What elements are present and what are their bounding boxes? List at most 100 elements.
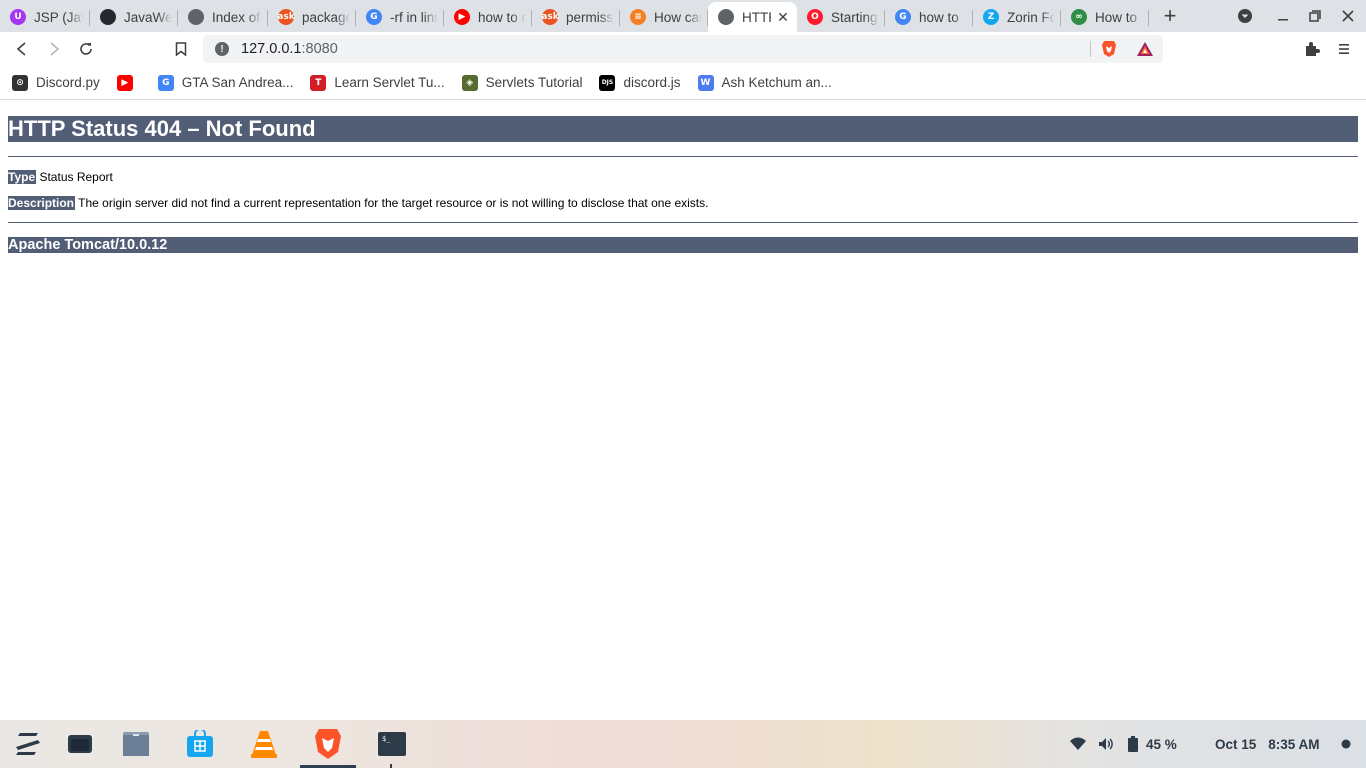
workspaces-button[interactable]	[64, 728, 96, 760]
back-button[interactable]	[10, 37, 34, 61]
bookmark-item[interactable]: ◈ Servlets Tutorial	[461, 74, 582, 91]
tab-7[interactable]: ≡ How can	[620, 2, 708, 32]
vlc-button[interactable]	[248, 728, 280, 760]
brave-lion-icon	[1102, 41, 1116, 57]
tab-title: Index of	[212, 9, 261, 25]
extensions-button[interactable]	[1300, 37, 1324, 61]
geeksforgeeks-icon: ∞	[1071, 9, 1087, 25]
restore-button[interactable]	[1299, 0, 1331, 32]
wifi-status[interactable]	[1070, 720, 1086, 768]
puzzle-icon	[1306, 42, 1320, 56]
forward-arrow-icon	[50, 42, 60, 56]
zorin-menu-button[interactable]	[12, 728, 44, 760]
brave-lion-icon	[315, 729, 341, 759]
bookmark-item[interactable]: DJS discord.js	[599, 74, 681, 91]
bookmarks-bar: ⊙ Discord.py ▶ G GTA San Andrea... T Learn Ser…	[0, 66, 1366, 100]
tab-8[interactable]: HTTP✕	[708, 2, 797, 32]
bookmark-label: Learn Servlet Tu...	[334, 75, 445, 90]
tab-9[interactable]: O Starting	[797, 2, 885, 32]
type-label: Type	[8, 170, 37, 184]
tab-separator	[1148, 10, 1149, 26]
vlc-cone-icon	[251, 731, 277, 758]
site-info-icon[interactable]: !	[215, 42, 229, 56]
taskbar: $_ 45 % Oct 15 8:35 AM	[0, 720, 1366, 768]
bookmark-button[interactable]	[169, 37, 193, 61]
tab-title: permission	[566, 9, 614, 25]
menu-button[interactable]	[1332, 37, 1356, 61]
url-host: 127.0.0.1	[241, 41, 302, 57]
tab-0[interactable]: U JSP (JavaWeb)	[0, 2, 90, 32]
forward-button[interactable]	[42, 37, 66, 61]
bookmark-label: Discord.py	[36, 75, 100, 90]
tab-search-button[interactable]	[1229, 0, 1261, 32]
close-tab-icon[interactable]: ✕	[775, 9, 791, 26]
terminal-button[interactable]: $_	[376, 728, 408, 760]
bookmark-item[interactable]: ⊙ Discord.py	[12, 74, 100, 91]
brave-rewards-icon	[1137, 42, 1153, 56]
close-window-button[interactable]	[1332, 0, 1364, 32]
clock-date: Oct 15	[1215, 736, 1257, 752]
files-button[interactable]	[120, 728, 152, 760]
askubuntu-icon: ask	[277, 9, 295, 25]
speaker-icon	[1099, 738, 1113, 750]
bookmark-item[interactable]: ▶	[116, 74, 141, 91]
bookmark-item[interactable]: G GTA San Andrea...	[157, 74, 294, 91]
minimize-button[interactable]	[1267, 0, 1299, 32]
tutorialspoint-icon: T	[310, 74, 327, 91]
notifications-button[interactable]	[1341, 720, 1351, 768]
close-icon	[1342, 10, 1354, 22]
bookmark-label: GTA San Andrea...	[181, 75, 294, 90]
reload-button[interactable]	[74, 37, 98, 61]
folder-icon	[123, 732, 149, 756]
clock-time: 8:35 AM	[1268, 736, 1320, 752]
battery-percent: 45 %	[1146, 736, 1177, 752]
bookmark-label: Ash Ketchum an...	[721, 75, 832, 90]
tab-title: -rf in linux	[390, 9, 438, 25]
brave-shields-button[interactable]	[1101, 40, 1117, 63]
tab-4[interactable]: G -rf in linux	[356, 2, 444, 32]
tab-1[interactable]: JavaWeb	[90, 2, 178, 32]
software-store-button[interactable]	[184, 728, 216, 760]
tab-title: HTTP	[742, 9, 771, 25]
new-tab-button[interactable]: +	[1155, 1, 1185, 31]
reload-icon	[80, 43, 92, 55]
divider	[8, 156, 1358, 157]
volume-status[interactable]	[1098, 720, 1114, 768]
tab-title: JavaWeb	[124, 9, 172, 25]
running-app-indicator	[390, 764, 392, 768]
description-label: Description	[8, 196, 76, 210]
omnibox-divider	[1090, 41, 1091, 57]
zorin-logo-icon	[16, 733, 40, 755]
address-url: 127.0.0.1:8080	[241, 41, 338, 57]
tab-10[interactable]: Ghow to	[885, 2, 973, 32]
globe-icon	[718, 9, 734, 25]
tab-12[interactable]: ∞ How to	[1061, 2, 1149, 32]
bookmark-item[interactable]: W Ash Ketchum an...	[697, 74, 832, 91]
address-bar[interactable]: ! 127.0.0.1:8080	[203, 35, 1163, 63]
google-icon: G	[366, 9, 382, 25]
tab-title: Starting	[831, 9, 878, 25]
clock[interactable]: Oct 15 8:35 AM	[1215, 720, 1320, 768]
page-content: HTTP Status 404 – Not Found Type Status …	[8, 101, 1358, 253]
servlets-icon: ◈	[461, 74, 478, 91]
tab-11[interactable]: Z Zorin Forum	[973, 2, 1061, 32]
tab-2[interactable]: Index of	[178, 2, 268, 32]
brave-rewards-button[interactable]	[1136, 41, 1154, 62]
brave-browser-button[interactable]	[312, 728, 344, 760]
youtube-icon: ▶	[116, 74, 133, 91]
zorin-icon: Z	[983, 9, 999, 25]
notification-dot-icon	[1341, 739, 1351, 749]
bookmark-item[interactable]: T Learn Servlet Tu...	[310, 74, 445, 91]
battery-status[interactable]: 45 %	[1128, 720, 1177, 768]
back-arrow-icon	[16, 42, 26, 56]
type-value: Status Report	[39, 170, 113, 184]
tab-3[interactable]: ask package	[268, 2, 356, 32]
globe-icon	[188, 9, 204, 25]
description-row: Description The origin server did not fi…	[8, 196, 1358, 210]
tab-5[interactable]: ▶ how to run	[444, 2, 532, 32]
tab-title: How can	[654, 9, 702, 25]
tab-strip: U JSP (JavaWeb) JavaWeb Index of ask package G…	[0, 0, 1366, 32]
askubuntu-icon: ask	[541, 9, 559, 25]
windows-overview-icon	[68, 735, 92, 753]
tab-6[interactable]: ask permission	[532, 2, 620, 32]
